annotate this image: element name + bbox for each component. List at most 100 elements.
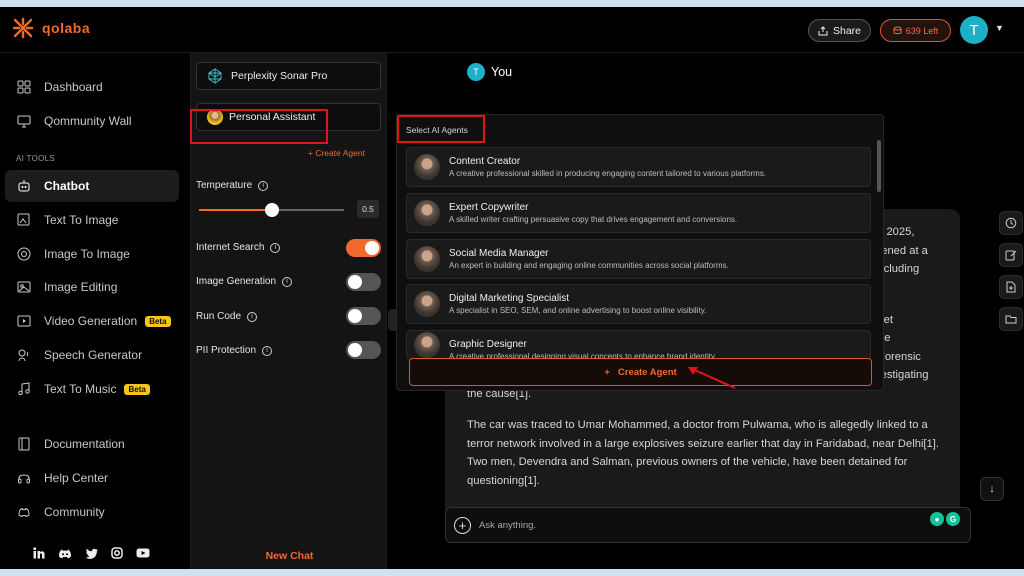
info-icon[interactable]: i <box>282 276 293 287</box>
video-icon <box>16 313 32 329</box>
pii-protection-toggle[interactable] <box>346 341 381 359</box>
run-code-toggle[interactable] <box>346 307 381 325</box>
run-code-label: Run Code i <box>196 311 258 322</box>
agents-dropdown: Select AI Agents Content Creator A creati… <box>396 114 884 391</box>
agent-description: A skilled writer crafting persuasive cop… <box>449 215 738 224</box>
info-icon[interactable]: i <box>247 311 258 322</box>
toggle-knob <box>365 241 379 255</box>
pii-protection-label: PII Protection i <box>196 345 273 356</box>
sidebar-item-dashboard[interactable]: Dashboard <box>5 71 179 103</box>
answer-fragment: Forensic <box>878 351 921 363</box>
export-button[interactable] <box>999 275 1023 299</box>
history-button[interactable] <box>999 211 1023 235</box>
agent-avatar <box>414 291 440 317</box>
beta-badge: Beta <box>124 383 150 395</box>
section-label-ai-tools: AI TOOLS <box>16 154 56 163</box>
sidebar-item-image-to-image[interactable]: Image To Image <box>5 238 179 270</box>
create-agent-button[interactable]: + Create Agent <box>409 358 872 386</box>
scroll-down-button[interactable]: ↓ <box>980 477 1004 501</box>
sidebar-item-speech-generator[interactable]: Speech Generator <box>5 339 179 371</box>
create-agent-link[interactable]: + Create Agent <box>308 148 365 158</box>
info-icon[interactable]: i <box>258 180 269 191</box>
user-avatar[interactable]: T <box>960 16 988 44</box>
highlight-box <box>190 109 328 144</box>
user-avatar-small: T <box>467 63 485 81</box>
twitter-icon[interactable] <box>85 548 98 559</box>
chevron-down-icon[interactable]: ▼ <box>995 23 1004 33</box>
headset-icon <box>16 470 32 486</box>
sidebar-item-community[interactable]: Community <box>5 496 179 528</box>
toggle-knob <box>348 343 362 357</box>
message-author: You <box>491 65 513 79</box>
create-agent-label: Create Agent <box>617 366 677 378</box>
folder-button[interactable] <box>999 307 1023 331</box>
toggle-label: Internet Search <box>196 242 265 253</box>
agents-scrollbar[interactable] <box>877 140 881 192</box>
sidebar-item-label: Community <box>44 505 105 519</box>
toggle-label: Image Generation <box>196 276 277 287</box>
sidebar: Dashboard Qommunity Wall AI TOOLS Chatbo… <box>0 53 190 569</box>
agent-avatar <box>414 200 440 226</box>
book-icon <box>16 436 32 452</box>
answer-paragraph: The car was traced to Umar Mohammed, a d… <box>467 419 939 487</box>
linkedin-icon[interactable] <box>33 547 45 559</box>
youtube-icon[interactable] <box>136 548 150 558</box>
image-generation-toggle[interactable] <box>346 273 381 291</box>
internet-search-label: Internet Search i <box>196 242 281 253</box>
share-button[interactable]: Share <box>808 19 871 42</box>
temperature-label-text: Temperature <box>196 180 253 191</box>
sidebar-item-text-to-music[interactable]: Text To Music Beta <box>5 373 179 405</box>
sidebar-item-label: Help Center <box>44 471 109 485</box>
folder-icon <box>1005 315 1017 324</box>
sidebar-item-qommunity-wall[interactable]: Qommunity Wall <box>5 105 179 137</box>
sidebar-item-help-center[interactable]: Help Center <box>5 462 179 494</box>
share-label: Share <box>832 24 862 37</box>
monitor-icon <box>16 113 32 129</box>
image-edit-icon <box>16 212 32 228</box>
temperature-value[interactable]: 0.5 <box>357 200 379 218</box>
agent-item[interactable]: Content Creator A creative professional s… <box>406 147 871 187</box>
toggle-knob <box>348 309 362 323</box>
grammarly-widget[interactable]: ● G <box>930 512 960 526</box>
model-selector[interactable]: Perplexity Sonar Pro <box>196 62 381 90</box>
brand-name: qolaba <box>42 20 91 36</box>
agent-item[interactable]: Graphic Designer A creative professional … <box>406 330 871 360</box>
model-name: Perplexity Sonar Pro <box>231 70 328 82</box>
sidebar-item-label: Chatbot <box>44 179 90 193</box>
sidebar-item-chatbot[interactable]: Chatbot <box>5 170 179 202</box>
perplexity-icon <box>208 68 222 84</box>
credits-label: 639 Left <box>905 25 939 36</box>
agent-name: Expert Copywriter <box>449 202 529 213</box>
temperature-label: Temperature i <box>196 180 269 191</box>
agent-item[interactable]: Digital Marketing Specialist A specialist… <box>406 284 871 324</box>
temperature-slider[interactable] <box>199 203 344 217</box>
sidebar-item-video-generation[interactable]: Video Generation Beta <box>5 305 179 337</box>
speech-icon <box>16 347 32 363</box>
document-icon <box>1006 281 1016 293</box>
discord-icon[interactable] <box>58 548 72 559</box>
internet-search-toggle[interactable] <box>346 239 381 257</box>
sidebar-item-text-to-image[interactable]: Text To Image <box>5 204 179 236</box>
annotation-arrow-icon <box>688 367 736 389</box>
info-icon[interactable]: i <box>262 345 273 356</box>
credits-badge[interactable]: 639 Left <box>880 19 951 42</box>
sidebar-item-label: Text To Music <box>44 382 117 396</box>
agent-item[interactable]: Social Media Manager An expert in buildin… <box>406 239 871 279</box>
new-chat-button[interactable]: New Chat <box>191 550 388 562</box>
info-icon[interactable]: i <box>270 242 281 253</box>
chat-input[interactable]: Ask anything. <box>479 520 536 531</box>
sidebar-item-image-editing[interactable]: Image Editing <box>5 271 179 303</box>
slider-handle[interactable] <box>264 203 279 217</box>
agent-item[interactable]: Expert Copywriter A skilled writer crafti… <box>406 193 871 233</box>
sidebar-item-label: Dashboard <box>44 80 103 94</box>
sidebar-item-documentation[interactable]: Documentation <box>5 428 179 460</box>
slider-fill <box>199 209 272 211</box>
chat-input-box[interactable]: + Ask anything. ● G <box>445 507 971 543</box>
agent-description: An expert in building and engaging onlin… <box>449 261 729 270</box>
brand-logo[interactable]: qolaba <box>12 17 90 39</box>
toggle-label: Run Code <box>196 311 242 322</box>
music-icon <box>16 381 32 397</box>
edit-chat-button[interactable] <box>999 243 1023 267</box>
instagram-icon[interactable] <box>111 547 123 559</box>
plus-icon[interactable]: + <box>454 516 471 534</box>
